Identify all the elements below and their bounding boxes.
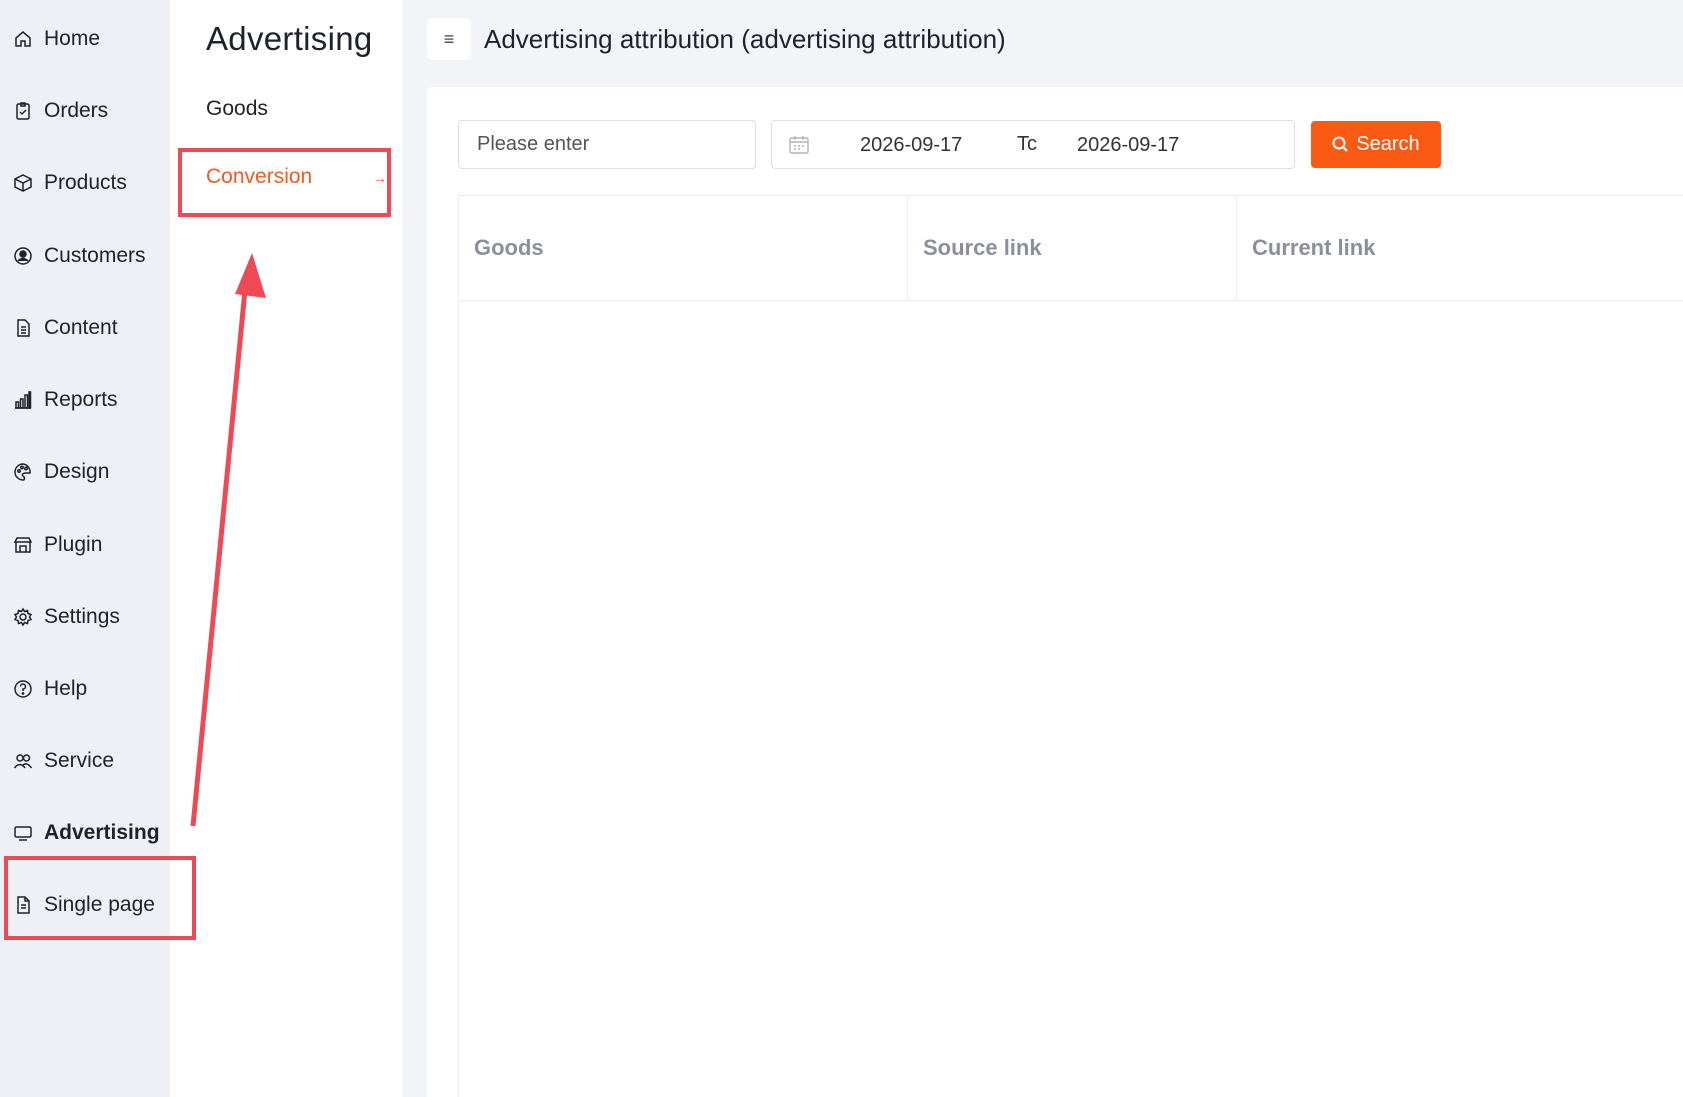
nav-item-reports[interactable]: Reports: [0, 375, 170, 425]
nav-item-label: Settings: [44, 605, 120, 628]
column-header-current-link[interactable]: Current link: [1237, 196, 1683, 300]
nav-item-single-page[interactable]: Single page: [0, 880, 170, 930]
palette-icon: [12, 461, 34, 483]
nav-item-customers[interactable]: Customers: [0, 231, 170, 281]
gear-icon: [12, 606, 34, 628]
nav-item-home[interactable]: Home: [0, 14, 170, 64]
nav-item-label: Service: [44, 749, 115, 772]
document-icon: [12, 317, 34, 339]
nav-item-label: Products: [44, 171, 127, 194]
main-sidebar: Home Orders Products Customers Content R…: [0, 0, 170, 1097]
page: Home Orders Products Customers Content R…: [0, 0, 1683, 1097]
store-icon: [12, 534, 34, 556]
nav-item-label: Orders: [44, 99, 109, 122]
date-start-value[interactable]: 2026-09-17: [860, 134, 962, 157]
monitor-icon: [12, 822, 34, 844]
sub-item-conversion[interactable]: Conversion: [206, 165, 312, 189]
attribution-table: Goods Source link Current link: [458, 195, 1683, 1097]
date-separator: Tc: [1017, 133, 1037, 155]
column-header-source-link[interactable]: Source link: [908, 196, 1237, 300]
nav-item-design[interactable]: Design: [0, 447, 170, 497]
date-range-picker[interactable]: 2026-09-17 Tc 2026-09-17: [771, 120, 1295, 169]
nav-item-help[interactable]: Help: [0, 664, 170, 714]
search-input[interactable]: [458, 120, 756, 169]
user-circle-icon: [12, 245, 34, 267]
sub-item-goods[interactable]: Goods: [206, 97, 268, 121]
page-title: Advertising attribution (advertising att…: [484, 24, 1006, 54]
nav-item-label: Single page: [44, 893, 155, 916]
nav-item-label: Customers: [44, 244, 146, 267]
clipboard-icon: [12, 100, 34, 122]
nav-item-products[interactable]: Products: [0, 158, 170, 208]
nav-item-label: Design: [44, 460, 110, 483]
sub-sidebar: Advertising Goods Conversion →: [170, 0, 402, 1097]
sub-sidebar-title: Advertising: [206, 20, 373, 57]
nav-item-content[interactable]: Content: [0, 303, 170, 353]
bar-chart-icon: [12, 389, 34, 411]
nav-item-label: Home: [44, 27, 101, 50]
nav-item-advertising[interactable]: Advertising: [0, 808, 170, 858]
search-icon: [1332, 136, 1349, 152]
nav-item-plugin[interactable]: Plugin: [0, 520, 170, 570]
users-icon: [12, 750, 34, 772]
box-icon: [12, 172, 34, 194]
home-icon: [12, 28, 34, 50]
nav-item-settings[interactable]: Settings: [0, 592, 170, 642]
nav-item-label: Content: [44, 316, 118, 339]
calendar-icon: [788, 134, 810, 156]
nav-item-service[interactable]: Service: [0, 736, 170, 786]
date-end-value[interactable]: 2026-09-17: [1077, 134, 1179, 157]
search-button-label: Search: [1356, 133, 1420, 155]
menu-icon: ≡: [443, 28, 455, 49]
question-circle-icon: [12, 678, 34, 700]
page-icon: [12, 894, 34, 916]
menu-toggle-button[interactable]: ≡: [427, 18, 471, 60]
nav-item-label: Reports: [44, 388, 118, 411]
nav-item-orders[interactable]: Orders: [0, 86, 170, 136]
table-header: Goods Source link Current link: [459, 196, 1683, 301]
column-header-goods[interactable]: Goods: [459, 196, 908, 300]
nav-item-label: Plugin: [44, 533, 103, 556]
nav-item-label: Help: [44, 677, 88, 700]
search-button[interactable]: Search: [1311, 121, 1441, 168]
arrow-right-icon: →: [373, 170, 387, 186]
nav-item-label: Advertising: [44, 821, 160, 844]
